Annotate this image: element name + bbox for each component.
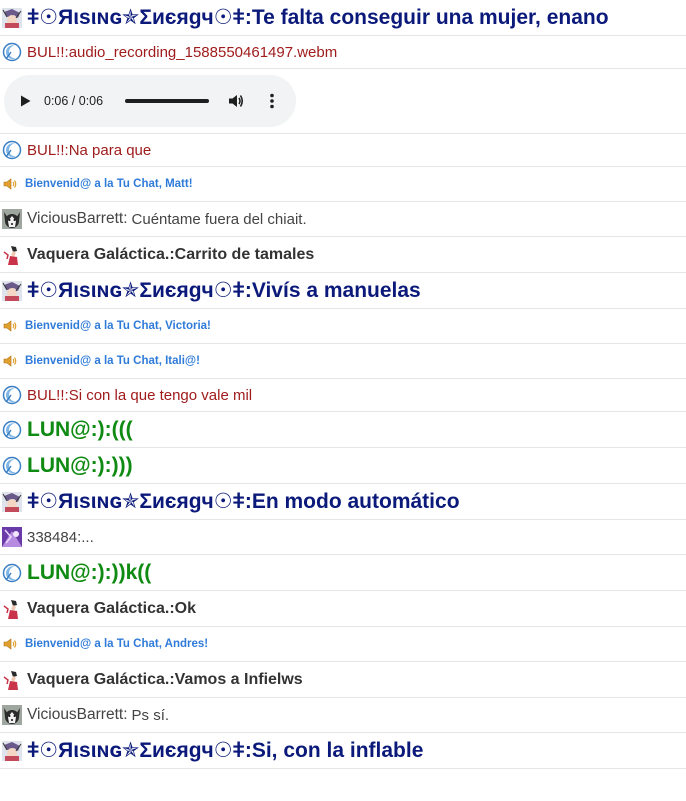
message-text: Bienvenid@ a la Tu Chat, Andres! bbox=[25, 638, 209, 650]
chat-message: ǂ☉Яιѕιɴɢ✯Σиєяgч☉ǂ: Te falta conseguir un… bbox=[0, 0, 686, 36]
chat-message: BUL!!: Si con la que tengo vale mil bbox=[0, 379, 686, 412]
system-message: Bienvenid@ a la Tu Chat, Matt! bbox=[0, 167, 686, 202]
anime-avatar[interactable] bbox=[2, 280, 22, 301]
message-author[interactable]: Vaquera Galáctica. bbox=[27, 600, 169, 618]
author-separator: : bbox=[244, 738, 252, 762]
chat-message: BUL!!: audio_recording_1588550461497.web… bbox=[0, 36, 686, 69]
moon-avatar[interactable] bbox=[2, 42, 22, 62]
message-text: Si, con la inflable bbox=[251, 738, 424, 762]
husky-avatar[interactable] bbox=[2, 705, 22, 725]
message-author[interactable]: LUN@:) bbox=[27, 418, 105, 442]
message-text: Cuéntame fuera del chiait. bbox=[131, 210, 307, 228]
moon-avatar[interactable] bbox=[2, 385, 22, 405]
message-text: Te falta conseguir una mujer, enano bbox=[251, 5, 609, 29]
message-author[interactable]: BUL!! bbox=[27, 142, 65, 159]
message-author[interactable]: ViciousBarrett bbox=[27, 210, 123, 228]
message-author[interactable]: LUN@:) bbox=[27, 454, 105, 478]
message-text: ))k(( bbox=[111, 560, 152, 584]
message-text: Bienvenid@ a la Tu Chat, Matt! bbox=[25, 178, 193, 190]
message-author[interactable]: LUN@:) bbox=[27, 561, 105, 585]
system-message: Bienvenid@ a la Tu Chat, Itali@! bbox=[0, 344, 686, 379]
message-text: audio_recording_1588550461497.webm bbox=[68, 43, 338, 61]
chat-message: ǂ☉Яιѕιɴɢ✯Σиєяgч☉ǂ: Si, con la inflable bbox=[0, 733, 686, 769]
purple-avatar[interactable] bbox=[2, 527, 22, 547]
volume-icon[interactable] bbox=[227, 92, 245, 110]
cowgirl-avatar[interactable] bbox=[2, 669, 22, 690]
system-message: Bienvenid@ a la Tu Chat, Andres! bbox=[0, 627, 686, 662]
moon-avatar[interactable] bbox=[2, 456, 22, 476]
speaker-avatar bbox=[2, 174, 18, 194]
audio-message: 0:06 / 0:06 bbox=[0, 69, 686, 134]
message-author[interactable]: ǂ☉Яιѕιɴɢ✯Σиєяgч☉ǂ bbox=[27, 738, 245, 763]
message-text: En modo automático bbox=[251, 489, 460, 513]
message-text: ((( bbox=[111, 417, 133, 441]
author-separator: : bbox=[104, 453, 112, 477]
author-separator: : bbox=[104, 417, 112, 441]
message-text: Bienvenid@ a la Tu Chat, Victoria! bbox=[25, 320, 211, 332]
chat-message: Vaquera Galáctica.: Vamos a Infielws bbox=[0, 662, 686, 698]
husky-avatar[interactable] bbox=[2, 209, 22, 229]
message-author[interactable]: 338484 bbox=[27, 529, 77, 546]
chat-message: Vaquera Galáctica.: Ok bbox=[0, 591, 686, 627]
audio-player[interactable]: 0:06 / 0:06 bbox=[4, 75, 296, 127]
chat-message: LUN@:): ))k(( bbox=[0, 555, 686, 591]
author-separator: : bbox=[244, 5, 252, 29]
chat-message: BUL!!: Na para que bbox=[0, 134, 686, 167]
message-text: ))) bbox=[111, 453, 133, 477]
moon-avatar[interactable] bbox=[2, 563, 22, 583]
message-text: Vamos a Infielws bbox=[174, 670, 303, 688]
chat-message: ǂ☉Яιѕιɴɢ✯Σиєяgч☉ǂ: Vivís a manuelas bbox=[0, 273, 686, 309]
author-separator: : bbox=[123, 706, 128, 723]
message-author[interactable]: BUL!! bbox=[27, 387, 65, 404]
chat-log: ǂ☉Яιѕιɴɢ✯Σиєяgч☉ǂ: Te falta conseguir un… bbox=[0, 0, 686, 769]
message-text: Ps sí. bbox=[131, 706, 170, 724]
message-text: Ok bbox=[174, 599, 196, 617]
speaker-avatar bbox=[2, 351, 18, 371]
anime-avatar[interactable] bbox=[2, 740, 22, 761]
moon-avatar[interactable] bbox=[2, 420, 22, 440]
message-author[interactable]: ǂ☉Яιѕιɴɢ✯Σиєяgч☉ǂ bbox=[27, 278, 245, 303]
chat-message: ViciousBarrett: Cuéntame fuera del chiait… bbox=[0, 202, 686, 237]
message-author[interactable]: Vaquera Galáctica. bbox=[27, 671, 169, 689]
message-author[interactable]: ViciousBarrett bbox=[27, 706, 123, 724]
author-separator: : bbox=[123, 210, 128, 227]
author-separator: : bbox=[244, 489, 252, 513]
cowgirl-avatar[interactable] bbox=[2, 244, 22, 265]
message-text: Bienvenid@ a la Tu Chat, Itali@! bbox=[25, 355, 200, 367]
message-text: Vivís a manuelas bbox=[251, 278, 421, 302]
message-text: ... bbox=[81, 528, 94, 546]
chat-message: LUN@:): ((( bbox=[0, 412, 686, 448]
author-separator: : bbox=[244, 278, 252, 302]
speaker-avatar bbox=[2, 634, 18, 654]
system-message: Bienvenid@ a la Tu Chat, Victoria! bbox=[0, 309, 686, 344]
chat-message: ViciousBarrett: Ps sí. bbox=[0, 698, 686, 733]
author-separator: : bbox=[104, 560, 112, 584]
message-author[interactable]: BUL!! bbox=[27, 44, 65, 61]
message-author[interactable]: ǂ☉Яιѕιɴɢ✯Σиєяgч☉ǂ bbox=[27, 489, 245, 514]
chat-message: LUN@:): ))) bbox=[0, 448, 686, 484]
anime-avatar[interactable] bbox=[2, 491, 22, 512]
anime-avatar[interactable] bbox=[2, 7, 22, 28]
chat-message: Vaquera Galáctica.: Carrito de tamales bbox=[0, 237, 686, 273]
audio-progress-bar[interactable] bbox=[125, 99, 210, 103]
more-options-icon[interactable] bbox=[263, 92, 281, 110]
cowgirl-avatar[interactable] bbox=[2, 598, 22, 619]
speaker-avatar bbox=[2, 316, 18, 336]
play-icon[interactable] bbox=[18, 94, 32, 108]
message-author[interactable]: Vaquera Galáctica. bbox=[27, 246, 169, 264]
moon-avatar[interactable] bbox=[2, 140, 22, 160]
message-text: Na para que bbox=[68, 141, 152, 159]
chat-message: ǂ☉Яιѕιɴɢ✯Σиєяgч☉ǂ: En modo automático bbox=[0, 484, 686, 520]
message-text: Carrito de tamales bbox=[174, 245, 315, 263]
chat-message: 338484: ... bbox=[0, 520, 686, 555]
message-author[interactable]: ǂ☉Яιѕιɴɢ✯Σиєяgч☉ǂ bbox=[27, 5, 245, 30]
audio-time: 0:06 / 0:06 bbox=[44, 94, 104, 108]
message-text: Si con la que tengo vale mil bbox=[68, 386, 253, 404]
